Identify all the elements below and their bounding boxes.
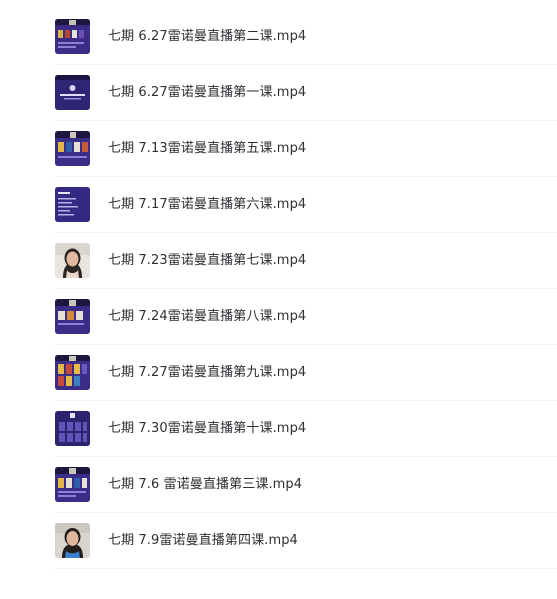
file-row[interactable]: 七期 7.30雷诺曼直播第十课.mp4: [0, 401, 557, 457]
presenter-thumbnail-icon: [55, 243, 90, 278]
file-row[interactable]: 七期 7.17雷诺曼直播第六课.mp4: [0, 177, 557, 233]
video-thumbnail[interactable]: [55, 243, 90, 278]
file-row[interactable]: 七期 7.6 雷诺曼直播第三课.mp4: [0, 457, 557, 513]
file-name: 七期 7.30雷诺曼直播第十课.mp4: [108, 421, 307, 436]
video-thumbnail[interactable]: [55, 355, 90, 390]
cards-thumbnail-icon: [55, 467, 90, 502]
file-name: 七期 7.17雷诺曼直播第六课.mp4: [108, 197, 307, 212]
video-thumbnail[interactable]: [55, 187, 90, 222]
file-name: 七期 6.27雷诺曼直播第一课.mp4: [108, 85, 307, 100]
file-row[interactable]: 七期 7.27雷诺曼直播第九课.mp4: [0, 345, 557, 401]
video-thumbnail[interactable]: [55, 299, 90, 334]
video-thumbnail[interactable]: [55, 19, 90, 54]
file-name: 七期 6.27雷诺曼直播第二课.mp4: [108, 29, 307, 44]
file-name: 七期 7.27雷诺曼直播第九课.mp4: [108, 365, 307, 380]
video-thumbnail[interactable]: [55, 131, 90, 166]
file-row[interactable]: 七期 7.13雷诺曼直播第五课.mp4: [0, 121, 557, 177]
file-name: 七期 7.9雷诺曼直播第四课.mp4: [108, 533, 298, 548]
file-list: 七期 6.27雷诺曼直播第二课.mp4 七期 6.27雷诺曼直播第一课.mp4: [0, 0, 557, 599]
cards-thumbnail-icon: [55, 299, 90, 334]
file-row[interactable]: 七期 7.9雷诺曼直播第四课.mp4: [0, 513, 557, 569]
file-name: 七期 7.6 雷诺曼直播第三课.mp4: [108, 477, 303, 492]
text-slide-thumbnail-icon: [55, 187, 90, 222]
file-row[interactable]: 七期 7.23雷诺曼直播第七课.mp4: [0, 233, 557, 289]
file-name: 七期 7.23雷诺曼直播第七课.mp4: [108, 253, 307, 268]
video-thumbnail[interactable]: [55, 411, 90, 446]
title-slide-thumbnail-icon: [55, 75, 90, 110]
cards-thumbnail-icon: [55, 131, 90, 166]
file-row[interactable]: 七期 6.27雷诺曼直播第一课.mp4: [0, 65, 557, 121]
slides-thumbnail-icon: [55, 19, 90, 54]
file-name: 七期 7.24雷诺曼直播第八课.mp4: [108, 309, 307, 324]
file-name: 七期 7.13雷诺曼直播第五课.mp4: [108, 141, 307, 156]
video-thumbnail[interactable]: [55, 75, 90, 110]
card-grid-thumbnail-icon: [55, 411, 90, 446]
video-thumbnail[interactable]: [55, 523, 90, 558]
presenter-thumbnail-icon: [55, 523, 90, 558]
video-thumbnail[interactable]: [55, 467, 90, 502]
file-row[interactable]: 七期 6.27雷诺曼直播第二课.mp4: [0, 9, 557, 65]
cards-thumbnail-icon: [55, 355, 90, 390]
file-row[interactable]: 七期 7.24雷诺曼直播第八课.mp4: [0, 289, 557, 345]
